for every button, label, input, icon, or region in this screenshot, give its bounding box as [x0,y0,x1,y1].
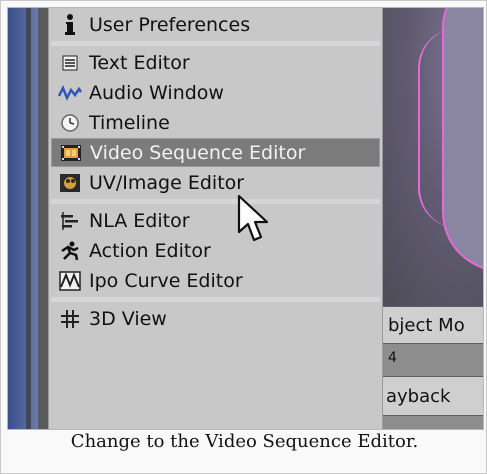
menu-item-label: User Preferences [89,13,251,36]
playback-button-label: ayback [386,385,451,407]
screenshot-area: bject Mo 4 ayback User Preferences Text … [7,7,484,430]
menu-item-nla-editor[interactable]: NLA Editor [51,206,380,235]
frame-number: 4 [388,350,397,366]
menu-item-timeline[interactable]: Timeline [51,108,380,137]
object-edge [418,28,483,228]
playback-button[interactable]: ayback [373,376,483,416]
figure-frame: bject Mo 4 ayback User Preferences Text … [0,0,487,474]
menu-item-label: NLA Editor [89,209,190,232]
text-editor-icon [57,52,83,74]
menu-item-label: Video Sequence Editor [90,141,306,164]
action-icon [57,240,83,262]
left-window-edge [8,8,38,429]
figure-caption: Change to the Video Sequence Editor. [70,431,419,452]
menu-item-label: UV/Image Editor [89,171,245,194]
menu-separator [51,297,380,302]
menu-item-video-sequence-editor[interactable]: Video Sequence Editor [51,138,380,167]
menu-item-audio-window[interactable]: Audio Window [51,78,380,107]
editor-type-menu: User Preferences Text Editor Audio Windo… [48,8,383,429]
curve-icon [57,270,83,292]
clock-icon [57,112,83,134]
film-strip-icon [58,142,84,164]
menu-separator [51,199,380,204]
mouse-cursor-icon [237,194,269,242]
info-icon [57,13,83,36]
menu-item-uv-image-editor[interactable]: UV/Image Editor [51,168,380,197]
mode-select[interactable]: bject Mo [373,306,483,344]
menu-item-label: 3D View [89,307,167,330]
menu-item-text-editor[interactable]: Text Editor [51,48,380,77]
menu-item-label: Ipo Curve Editor [89,269,243,292]
3d-viewport[interactable] [378,8,483,308]
menu-item-3d-view[interactable]: 3D View [51,304,380,333]
menu-item-label: Audio Window [89,81,224,104]
menu-separator [51,41,380,46]
menu-item-action-editor[interactable]: Action Editor [51,236,380,265]
nla-icon [57,210,83,232]
audio-wave-icon [57,82,83,104]
menu-item-label: Action Editor [89,239,211,262]
menu-item-label: Timeline [89,111,170,134]
image-icon [57,172,83,194]
menu-item-label: Text Editor [89,51,190,74]
mode-select-label: bject Mo [388,314,465,336]
menu-item-user-preferences[interactable]: User Preferences [51,10,380,39]
menu-item-ipo-curve-editor[interactable]: Ipo Curve Editor [51,266,380,295]
grid-icon [57,308,83,330]
